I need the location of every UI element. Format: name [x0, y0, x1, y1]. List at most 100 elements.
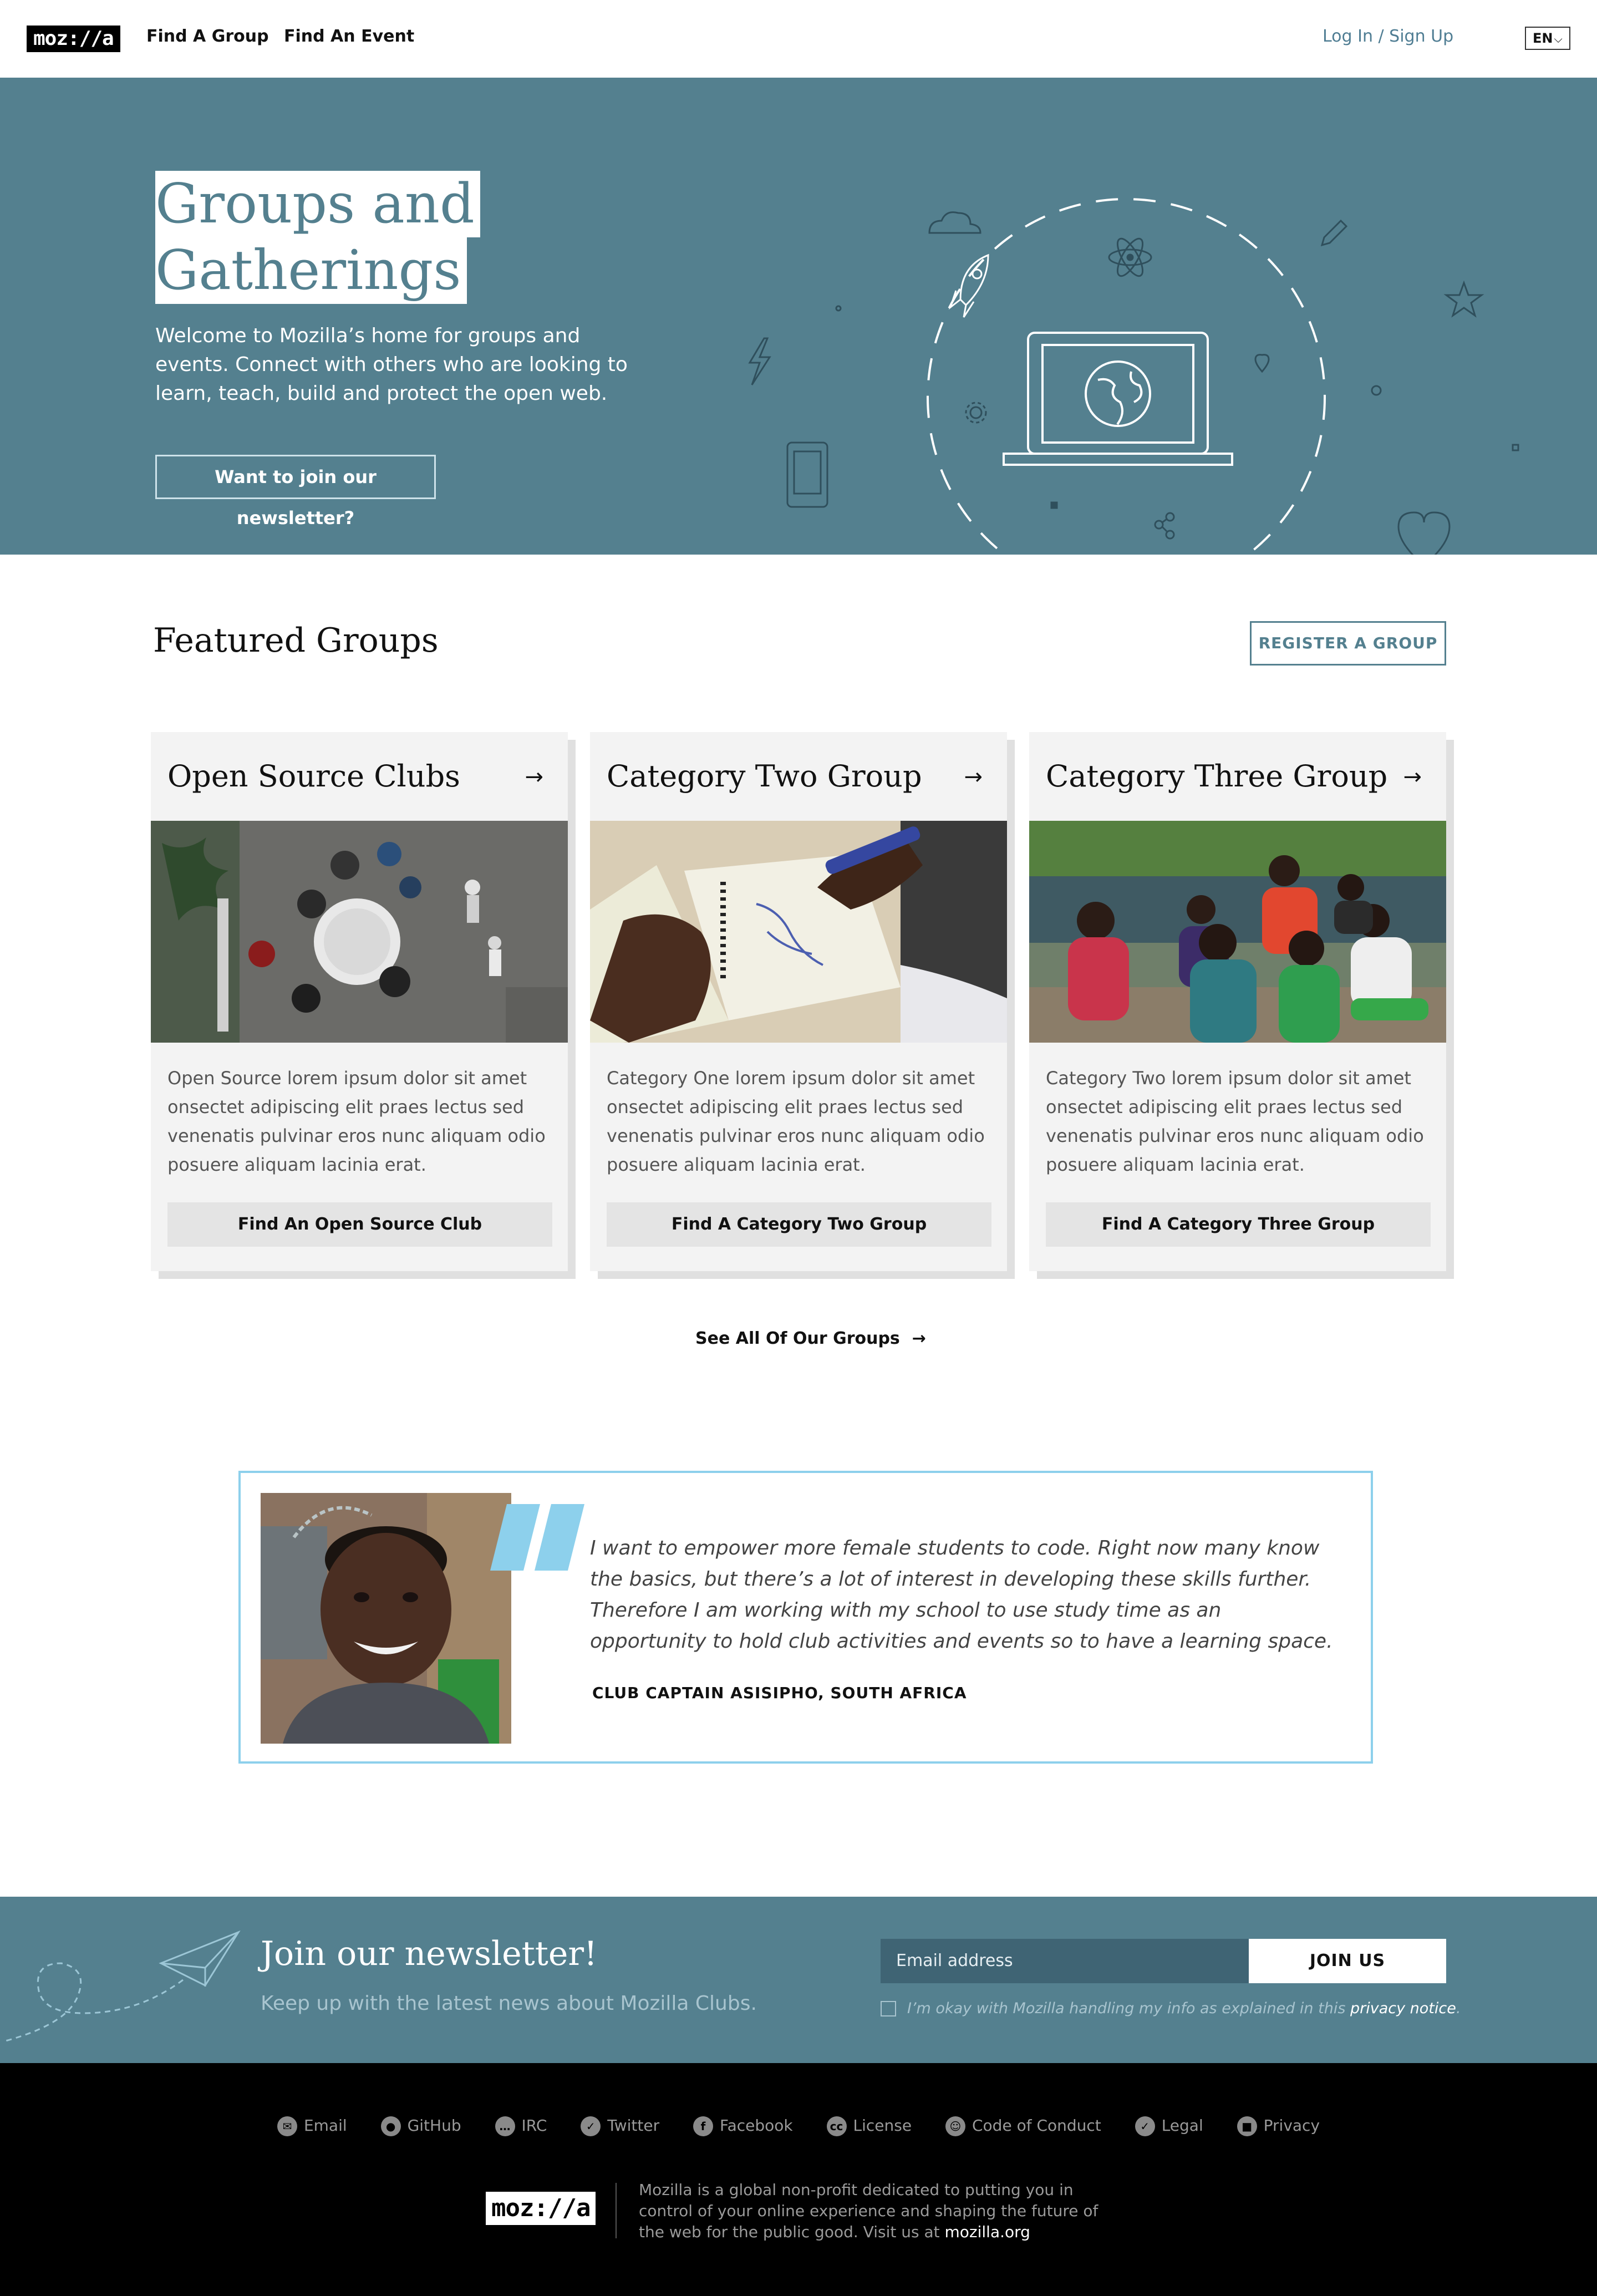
find-category-three-button[interactable]: Find A Category Three Group [1046, 1202, 1431, 1247]
irc-icon: … [495, 2116, 515, 2136]
footer-link-legal[interactable]: ✓ Legal [1135, 2116, 1203, 2136]
group-card-category-two: Category Two Group → Category One lorem … [590, 732, 1007, 1271]
card-image-category-three [1029, 821, 1446, 1043]
card-image-category-two [590, 821, 1007, 1043]
testimonial-box: I want to empower more female students t… [238, 1471, 1373, 1764]
footer-link-github[interactable]: ● GitHub [380, 2116, 461, 2136]
lightning-icon [748, 337, 771, 385]
nav-find-event[interactable]: Find An Event [284, 27, 414, 46]
join-us-button[interactable]: JOIN US [1249, 1939, 1446, 1983]
arrow-right-icon[interactable]: → [525, 764, 543, 790]
footer-link-label: Code of Conduct [972, 2116, 1101, 2135]
footer-link-label: Legal [1161, 2116, 1203, 2135]
footer-link-twitter[interactable]: ✓ Twitter [581, 2116, 659, 2136]
newsletter-subtitle: Keep up with the latest news about Mozil… [261, 1992, 757, 2015]
footer-link-code-of-conduct[interactable]: ☺ Code of Conduct [945, 2116, 1101, 2136]
language-select[interactable]: EN ⌵ [1525, 27, 1570, 50]
legal-icon: ✓ [1135, 2116, 1155, 2136]
license-icon: cc [826, 2116, 847, 2136]
heart-icon [1397, 511, 1451, 555]
star-icon [1443, 280, 1484, 318]
newsletter-cta-button[interactable]: Want to join our newsletter? [155, 455, 436, 529]
square-filled-icon [1050, 501, 1058, 509]
footer-link-irc[interactable]: … IRC [495, 2116, 547, 2136]
footer-link-email[interactable]: ✉ Email [277, 2116, 347, 2136]
card-description: Category Two lorem ipsum dolor sit amet … [1046, 1068, 1424, 1175]
cloud-icon [928, 211, 981, 234]
hero-title-line1: Groups and [155, 171, 480, 237]
dot-icon [835, 305, 842, 312]
footer-divider [616, 2183, 617, 2238]
paper-plane-icon [5, 1930, 241, 2042]
footer: ✉ Email ● GitHub … IRC ✓ Twitter f Facebook c… [0, 2063, 1597, 2296]
hero-illustration [748, 198, 1519, 555]
arrow-right-icon[interactable]: → [1403, 764, 1422, 790]
testimonial-author: CLUB CAPTAIN ASISIPHO, SOUTH AFRICA [592, 1684, 967, 1702]
arrow-right-icon[interactable]: → [964, 764, 983, 790]
card-title[interactable]: Category Three Group [1046, 759, 1387, 794]
card-image-open-source [151, 821, 568, 1043]
consent-label: I’m okay with Mozilla handling my info a… [907, 2000, 1350, 2017]
footer-mozilla-logo[interactable]: moz://a [486, 2192, 596, 2225]
featured-groups-title: Featured Groups [153, 621, 439, 660]
see-all-groups-link[interactable]: See All Of Our Groups → [695, 1329, 926, 1348]
footer-link-label: GitHub [407, 2116, 461, 2135]
footer-link-label: Twitter [607, 2116, 660, 2135]
hero-description: Welcome to Mozilla’s home for groups and… [155, 324, 628, 405]
consent-end: . [1456, 2000, 1461, 2017]
footer-link-label: IRC [521, 2116, 547, 2135]
phone-icon [786, 441, 828, 508]
mozilla-logo[interactable]: moz://a [27, 26, 120, 52]
small-heart-icon [1254, 354, 1270, 373]
quote-mark-icon [490, 1504, 584, 1571]
find-category-two-button[interactable]: Find A Category Two Group [607, 1202, 991, 1247]
pencil-icon [1320, 219, 1348, 247]
footer-link-label: Facebook [720, 2116, 793, 2135]
gear-icon [965, 402, 987, 424]
rocket-icon [949, 253, 989, 318]
footer-link-label: Privacy [1263, 2116, 1320, 2135]
hero-section: Groups and Gatherings Welcome to Mozilla… [0, 78, 1597, 555]
card-title[interactable]: Open Source Clubs [167, 759, 460, 794]
footer-links: ✉ Email ● GitHub … IRC ✓ Twitter f Facebook c… [0, 2116, 1597, 2136]
group-card-open-source: Open Source Clubs → Open Source lorem ip… [151, 732, 568, 1271]
dashed-circle-icon [927, 198, 1326, 555]
hero-title: Groups and Gatherings [155, 171, 480, 304]
card-title[interactable]: Category Two Group [607, 759, 922, 794]
share-icon [1154, 512, 1175, 540]
login-link[interactable]: Log In / Sign Up [1323, 27, 1453, 46]
nav-find-group[interactable]: Find A Group [146, 27, 269, 46]
consent-text: I’m okay with Mozilla handling my info a… [907, 2000, 1461, 2017]
atom-icon [1108, 237, 1152, 277]
laptop-icon [1003, 332, 1233, 466]
mozilla-org-link[interactable]: mozilla.org [945, 2223, 1030, 2241]
privacy-notice-link[interactable]: privacy notice [1350, 2000, 1456, 2017]
newsletter-section: Join our newsletter! Keep up with the la… [0, 1897, 1597, 2063]
top-nav: moz://a Find A Group Find An Event Log I… [0, 0, 1597, 78]
twitter-icon: ✓ [581, 2116, 601, 2136]
footer-link-privacy[interactable]: ■ Privacy [1237, 2116, 1320, 2136]
find-open-source-club-button[interactable]: Find An Open Source Club [167, 1202, 552, 1247]
language-value: EN [1533, 31, 1553, 46]
email-input[interactable]: Email address [881, 1939, 1249, 1983]
footer-link-license[interactable]: cc License [826, 2116, 912, 2136]
facebook-icon: f [693, 2116, 714, 2136]
arrow-right-icon: → [912, 1329, 926, 1348]
privacy-icon: ■ [1237, 2116, 1257, 2136]
card-description: Open Source lorem ipsum dolor sit amet o… [167, 1068, 546, 1175]
card-description: Category One lorem ipsum dolor sit amet … [607, 1068, 985, 1175]
code-of-conduct-icon: ☺ [945, 2116, 965, 2136]
newsletter-title: Join our newsletter! [261, 1934, 598, 1973]
register-group-button[interactable]: REGISTER A GROUP [1250, 621, 1446, 666]
email-icon: ✉ [277, 2116, 297, 2136]
github-icon: ● [380, 2116, 401, 2136]
square-outline-icon [1512, 444, 1519, 451]
hero-title-line2: Gatherings [155, 237, 467, 304]
footer-about: Mozilla is a global non-profit dedicated… [639, 2180, 1127, 2243]
testimonial-photo [261, 1493, 511, 1744]
consent-checkbox[interactable] [881, 2001, 896, 2016]
chevron-down-icon: ⌵ [1554, 32, 1563, 45]
group-card-category-three: Category Three Group → Category Two lore… [1029, 732, 1446, 1271]
see-all-label: See All Of Our Groups [695, 1329, 900, 1348]
footer-link-facebook[interactable]: f Facebook [693, 2116, 793, 2136]
